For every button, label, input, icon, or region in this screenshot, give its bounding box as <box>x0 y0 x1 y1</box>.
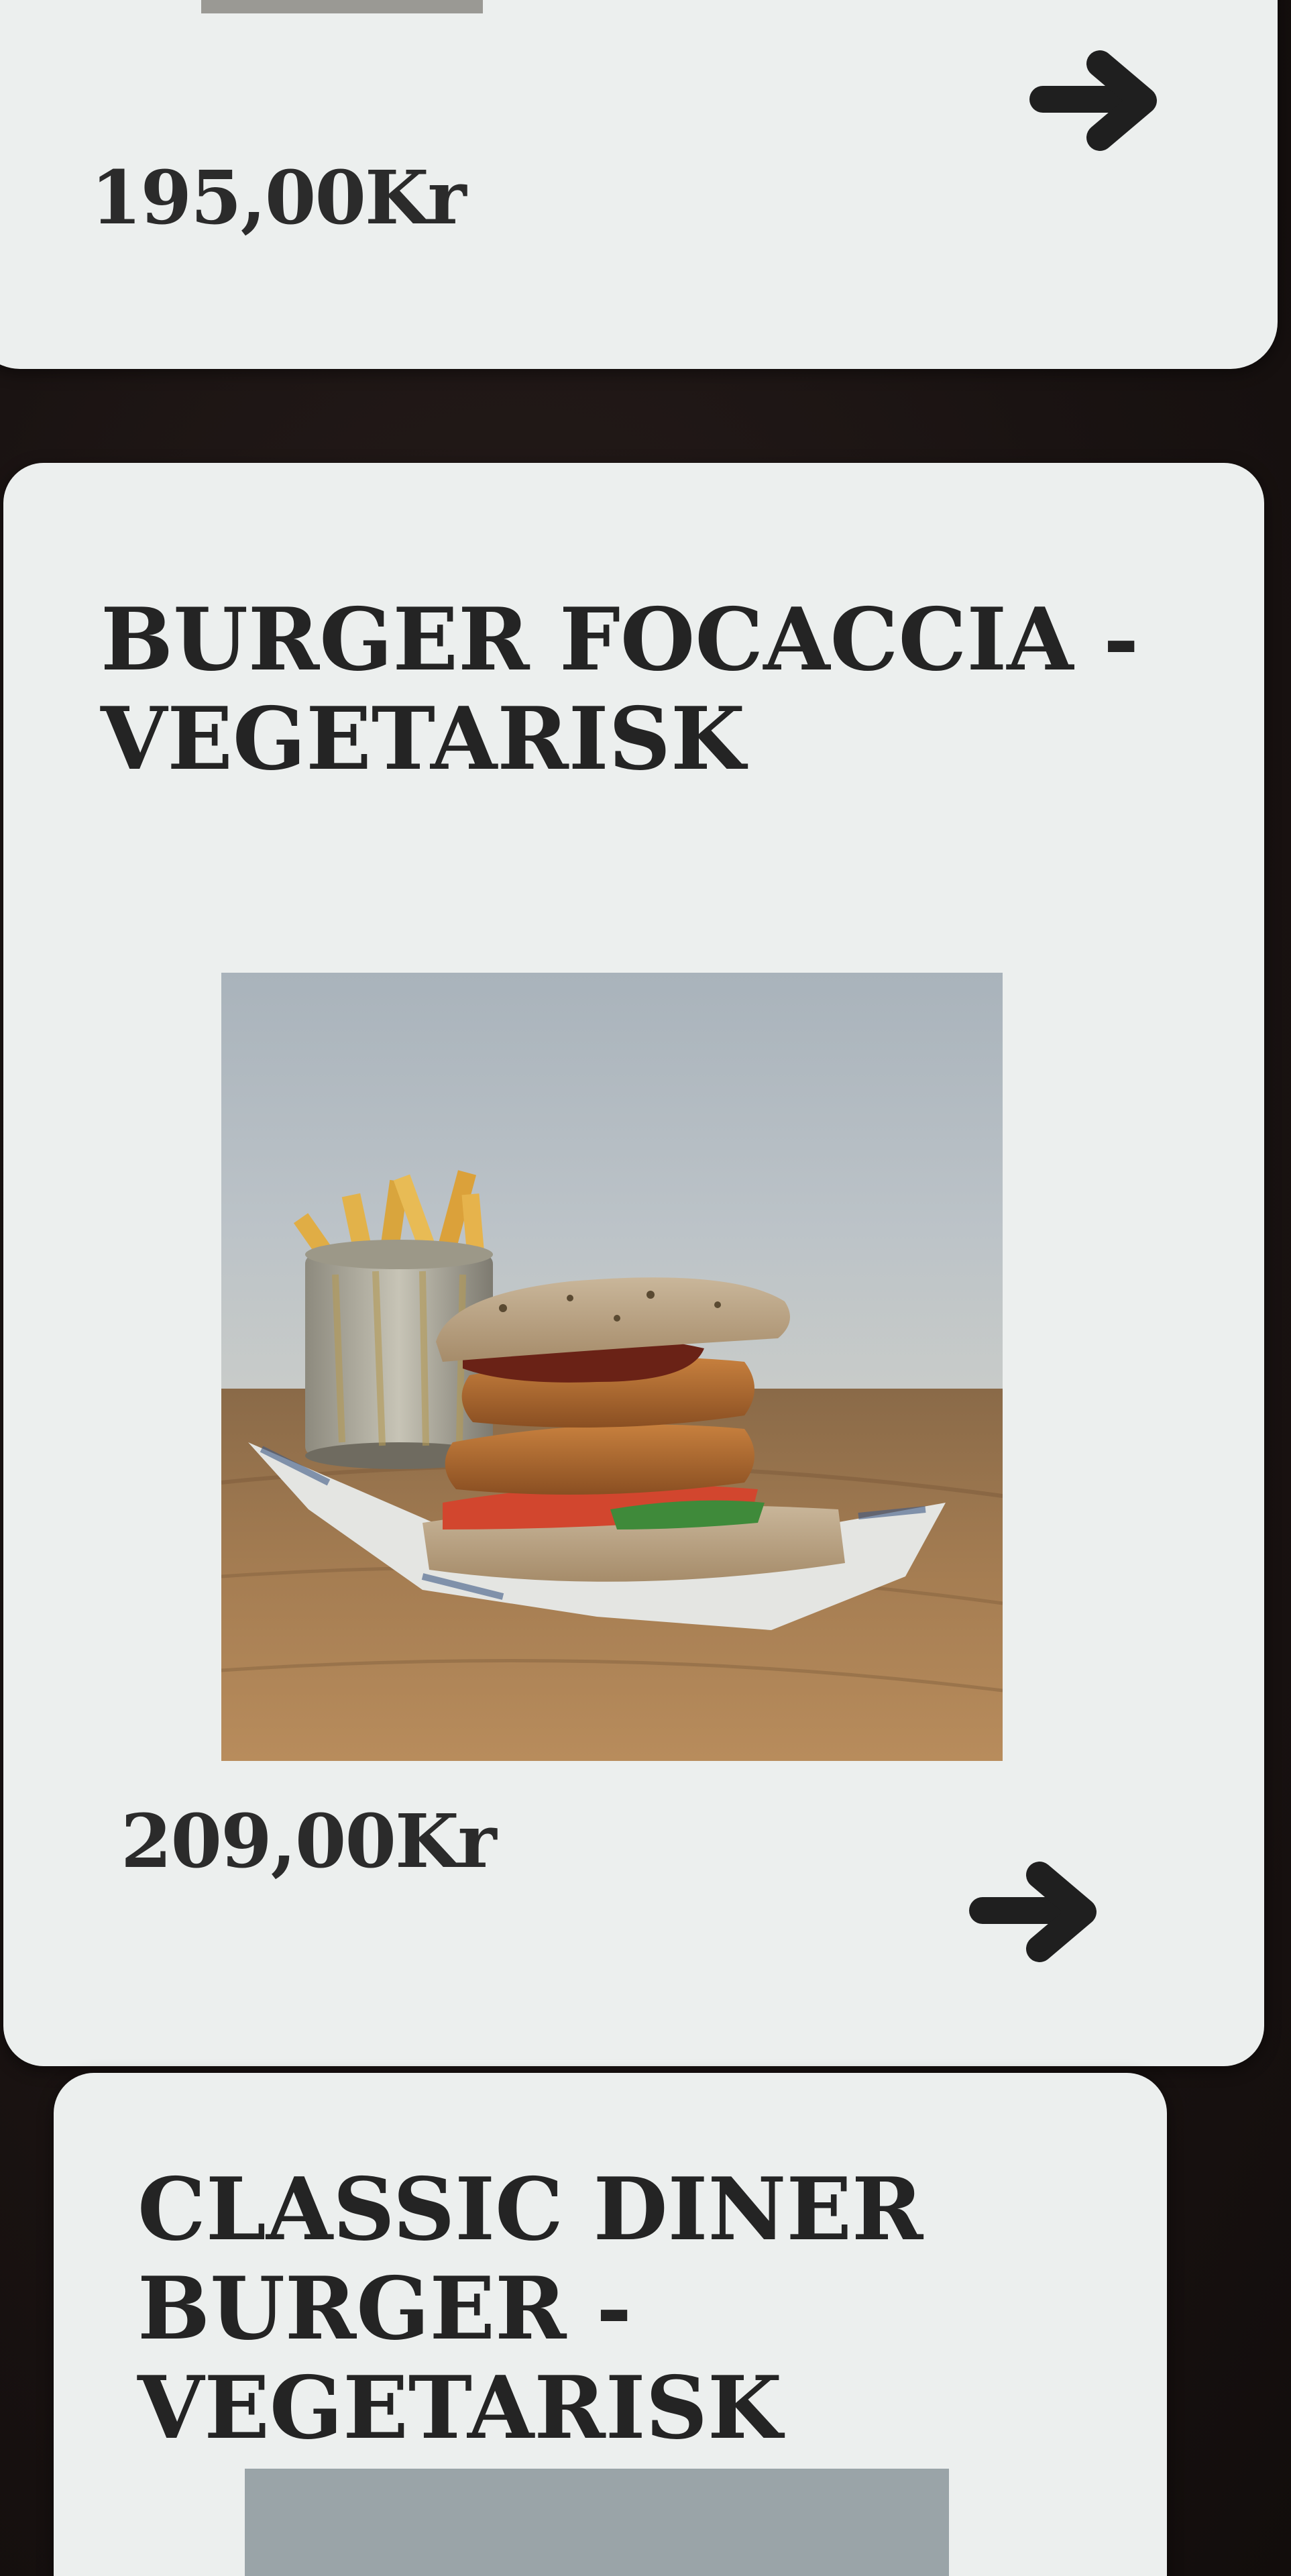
burger-fries-photo <box>221 973 1003 1761</box>
screen: 195,00Kr BURGER FOCACCIA - VEGETARISK 20… <box>0 0 1291 2576</box>
arrow-right-icon[interactable] <box>1029 47 1164 161</box>
product-card-classic-diner[interactable]: CLASSIC DINER BURGER - VEGETARISK <box>54 2073 1167 2576</box>
product-price: 195,00Kr <box>91 154 467 241</box>
arrow-right-icon[interactable] <box>969 1858 1103 1972</box>
product-image <box>245 2469 949 2576</box>
product-card-previous[interactable]: 195,00Kr <box>0 0 1278 369</box>
product-card-burger-focaccia[interactable]: BURGER FOCACCIA - VEGETARISK 209,00Kr <box>3 463 1264 2066</box>
product-price: 209,00Kr <box>121 1798 497 1884</box>
product-title: CLASSIC DINER BURGER - VEGETARISK <box>137 2159 923 2459</box>
product-image-edge <box>201 0 483 13</box>
product-title: BURGER FOCACCIA - VEGETARISK <box>101 590 1139 790</box>
product-image <box>221 973 1003 1761</box>
